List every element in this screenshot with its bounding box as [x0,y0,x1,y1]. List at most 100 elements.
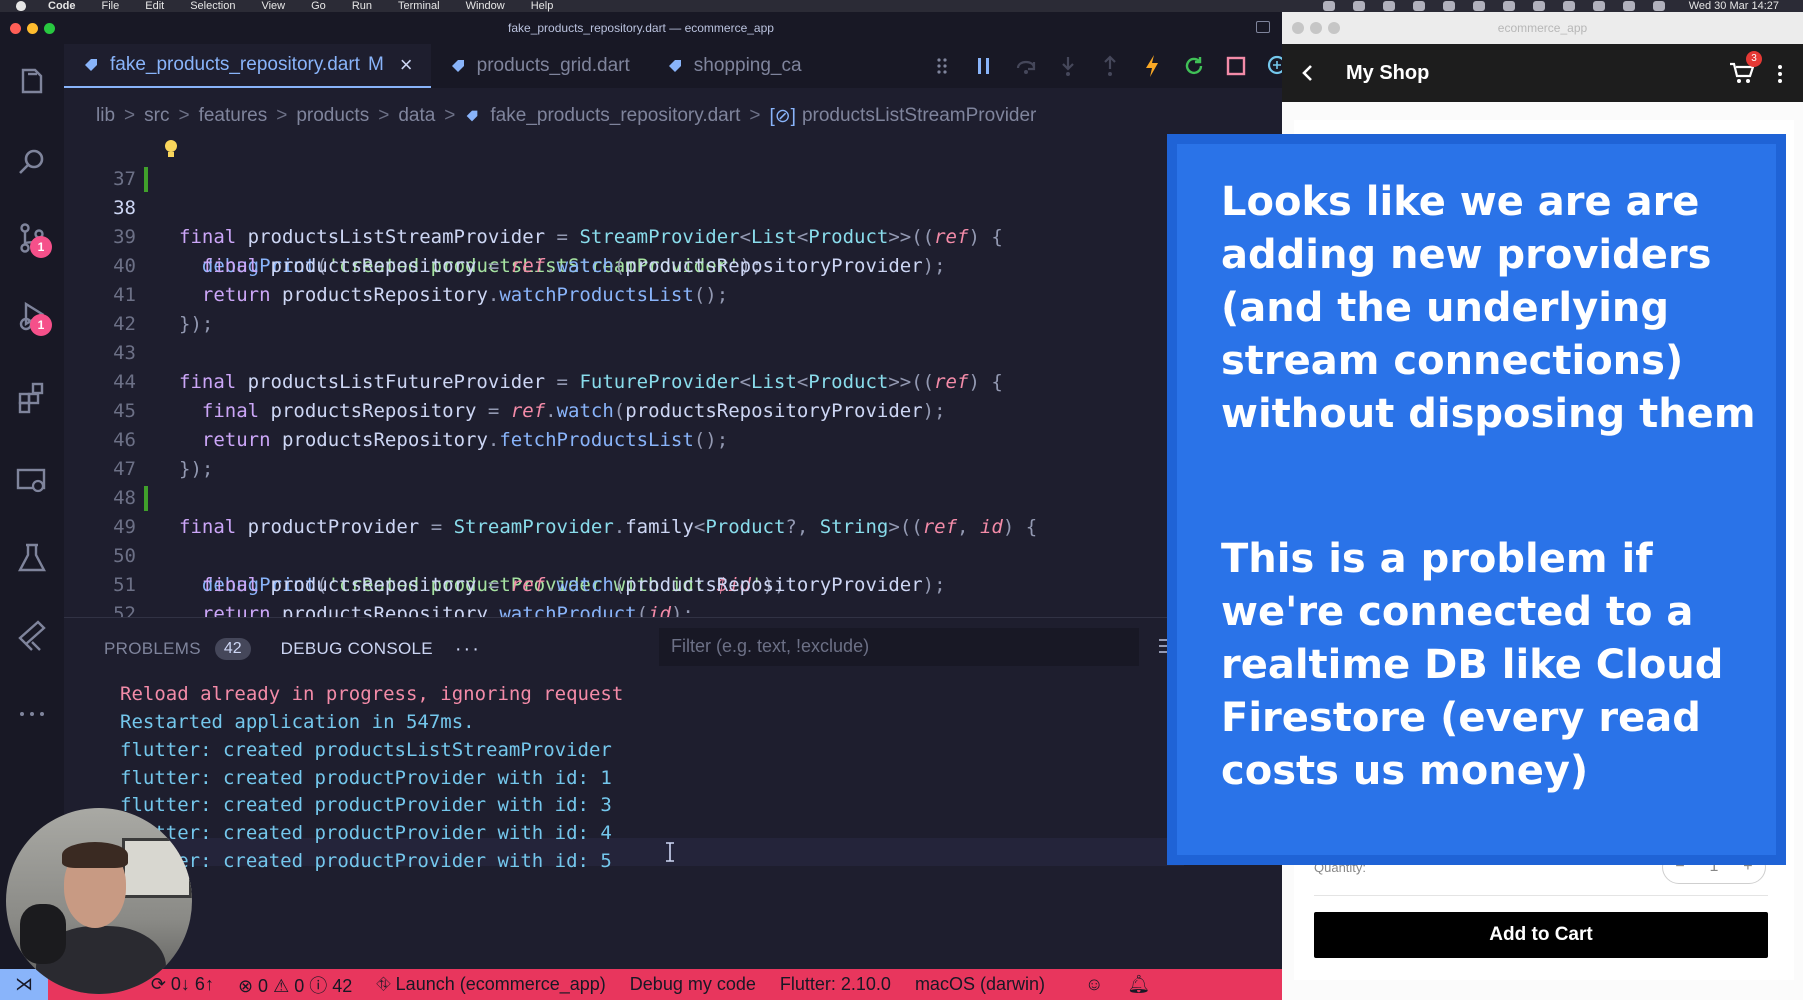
problems-count-badge: 42 [214,638,251,660]
code-editor[interactable]: 37 final productsListStreamProvider = St… [64,136,1282,617]
tray-app-icon[interactable] [1532,1,1545,11]
console-line: flutter: created productProvider with id… [120,767,612,789]
menu-clock[interactable]: Wed 30 Mar 14:27 [1689,0,1779,12]
tray-app-icon[interactable] [1382,1,1395,11]
menu-terminal[interactable]: Terminal [398,0,440,12]
launch-label: Launch (ecommerce_app) [395,974,606,994]
git-modified-marker[interactable] [144,486,148,511]
tray-app-icon[interactable] [1472,1,1485,11]
breadcrumb-item[interactable]: lib [96,105,115,127]
git-modified-marker[interactable] [144,167,148,192]
menu-file[interactable]: File [102,0,120,12]
menu-view[interactable]: View [261,0,285,12]
feedback-icon[interactable]: ☺ [1085,974,1103,995]
explorer-icon[interactable] [14,64,50,100]
restart-icon[interactable] [1173,44,1215,88]
drag-handle-icon[interactable] [921,44,963,88]
callout-paragraph: This is a problem if we're connected to … [1221,536,1724,794]
tab-label: shopping_ca [693,55,802,76]
flutter-version[interactable]: Flutter: 2.10.0 [780,974,891,995]
breadcrumb-item[interactable]: features [199,105,268,127]
code-line: 37 final productsListStreamProvider = St… [64,136,1184,248]
step-into-icon[interactable] [1047,44,1089,88]
line-number: 52 [113,603,136,617]
more-actions-icon[interactable]: ··· [455,638,481,661]
app-bar: My Shop 3 [1282,44,1803,102]
zoom-window-button[interactable] [44,23,55,34]
menu-selection[interactable]: Selection [190,0,235,12]
tray-app-icon[interactable] [1442,1,1455,11]
layout-icon[interactable] [1256,21,1270,33]
error-count: 0 [258,975,269,996]
search-icon[interactable] [1622,1,1635,11]
text-cursor-icon [666,842,674,862]
presenter-hair [62,842,128,868]
source-control-icon[interactable]: 1 [14,220,52,258]
breadcrumb-item[interactable]: fake_products_repository.dart [490,105,740,127]
tab-products-grid[interactable]: products_grid.dart [431,44,648,88]
tab-problems[interactable]: PROBLEMS [104,639,201,659]
search-icon[interactable] [14,144,50,180]
code-line: 44 final productsRepository = ref.watch(… [64,339,1184,422]
zoom-window-button[interactable] [1328,22,1340,34]
bottom-panel: PROBLEMS 42 DEBUG CONSOLE ··· Filter (e.… [64,617,1282,957]
remote-explorer-icon[interactable] [14,462,50,498]
run-debug-badge: 1 [30,314,52,336]
testing-icon[interactable] [14,540,50,576]
tab-debug-console[interactable]: DEBUG CONSOLE [281,639,433,659]
tray-app-icon[interactable] [1412,1,1425,11]
debug-toolbar [915,44,1299,88]
notifications-bell-icon[interactable]: 🔔︎ [1127,974,1150,995]
step-over-icon[interactable] [1005,44,1047,88]
launch-config[interactable]: ⛗ Launch (ecommerce_app) [376,974,606,995]
breadcrumb-item[interactable]: products [296,105,369,127]
back-arrow-icon[interactable] [1298,63,1318,83]
console-filter-input[interactable]: Filter (e.g. text, !exclude) [659,628,1139,666]
minimize-window-button[interactable] [1310,22,1322,34]
tray-app-icon[interactable] [1352,1,1365,11]
target-device[interactable]: macOS (darwin) [915,974,1045,995]
menu-code[interactable]: Code [48,0,76,12]
menu-go[interactable]: Go [311,0,326,12]
menu-help[interactable]: Help [531,0,554,12]
menu-edit[interactable]: Edit [145,0,164,12]
wifi-icon[interactable] [1592,1,1605,11]
more-vert-icon[interactable] [1777,64,1783,84]
code-line: 48 final productProvider = StreamProvide… [64,455,1184,538]
tab-fake-products-repository[interactable]: fake_products_repository.dart M × [64,44,431,88]
more-icon[interactable] [14,696,50,732]
tray-app-icon[interactable] [1322,1,1335,11]
sync-counts: 0↓ 6↑ [170,974,214,994]
add-to-cart-button[interactable]: Add to Cart [1314,912,1768,958]
stop-icon[interactable] [1215,44,1257,88]
breadcrumb-item[interactable]: productsListStreamProvider [802,105,1036,127]
breadcrumb-item[interactable]: src [144,105,169,127]
pause-icon[interactable] [963,44,1005,88]
problems-summary[interactable]: ⊗ 0 ⚠ 0 ⓘ 42 [238,972,352,998]
apple-icon[interactable] [14,0,28,12]
extensions-icon[interactable] [14,380,50,416]
minimize-window-button[interactable] [27,23,38,34]
menu-run[interactable]: Run [352,0,372,12]
code-line: 46 }); [64,397,1184,480]
bluetooth-icon[interactable] [1562,1,1575,11]
control-center-icon[interactable] [1652,1,1665,11]
tray-app-icon[interactable] [1502,1,1515,11]
console-line: flutter: created productsListStreamProvi… [120,739,612,761]
hot-reload-icon[interactable] [1131,44,1173,88]
flutter-icon[interactable] [14,618,50,654]
microphone [20,904,66,964]
lightbulb-icon[interactable] [164,139,178,159]
menu-window[interactable]: Window [466,0,505,12]
dart-file-icon [467,110,478,122]
debug-mode[interactable]: Debug my code [630,974,756,995]
step-out-icon[interactable] [1089,44,1131,88]
close-tab-icon[interactable]: × [400,52,413,78]
code-line: 40 return productsRepository.watchProduc… [64,223,1184,306]
close-window-button[interactable] [10,23,21,34]
cart-count-badge: 3 [1746,51,1762,67]
close-window-button[interactable] [1292,22,1304,34]
run-debug-icon[interactable]: 1 [14,298,52,336]
tab-shopping-cart[interactable]: shopping_ca [648,44,820,88]
breadcrumb-item[interactable]: data [398,105,435,127]
